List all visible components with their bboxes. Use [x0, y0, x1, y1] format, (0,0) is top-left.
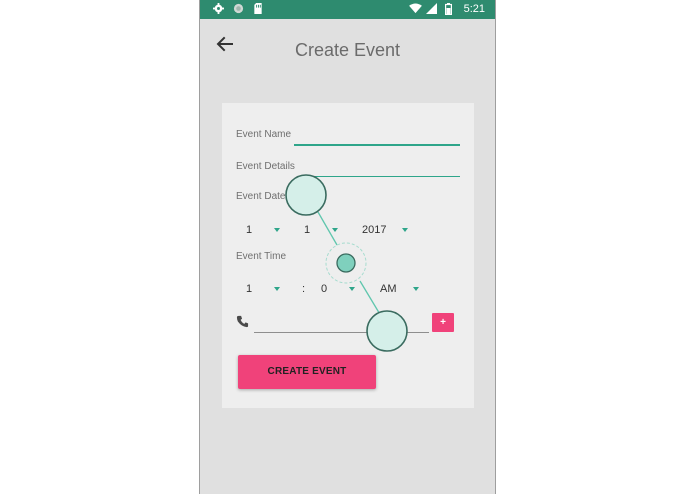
event-name-label: Event Name: [236, 129, 292, 140]
event-details-input[interactable]: [306, 176, 460, 177]
chevron-down-icon: [349, 287, 356, 291]
chevron-down-icon: [332, 228, 339, 232]
signal-icon: [426, 3, 438, 15]
status-right-icons: 5:21: [408, 3, 485, 16]
hour-dropdown[interactable]: 1: [246, 283, 286, 295]
day-value: 1: [246, 224, 253, 236]
year-dropdown[interactable]: 2017: [362, 224, 422, 236]
ampm-value: AM: [380, 283, 397, 295]
status-bar: 5:21: [200, 0, 495, 19]
sync-icon: [232, 3, 244, 15]
event-date-label: Event Date: [236, 191, 286, 202]
create-event-button[interactable]: CREATE EVENT: [238, 355, 376, 389]
battery-icon: [443, 3, 455, 16]
chevron-down-icon: [274, 287, 281, 291]
sd-card-icon: [252, 3, 264, 15]
phone-number-input[interactable]: [254, 332, 429, 333]
minute-dropdown[interactable]: 0: [321, 283, 361, 295]
page-title: Create Event: [294, 40, 401, 60]
ampm-dropdown[interactable]: AM: [380, 283, 430, 295]
hour-value: 1: [246, 283, 253, 295]
minute-value: 0: [321, 283, 328, 295]
chevron-down-icon: [412, 287, 419, 291]
create-event-form: Event Name Event Details Event Date 1 1 …: [222, 103, 474, 408]
wifi-icon: [408, 3, 422, 15]
event-name-input[interactable]: [294, 144, 460, 146]
phone-screen: 5:21 Create Event Event Name Event Detai…: [199, 0, 496, 494]
event-time-label: Event Time: [236, 251, 287, 262]
time-separator: :: [302, 283, 306, 295]
status-left-icons: [212, 3, 264, 15]
phone-icon: [236, 315, 250, 329]
settings-icon: [212, 3, 224, 15]
year-value: 2017: [362, 224, 387, 236]
month-dropdown[interactable]: 1: [304, 224, 344, 236]
status-time: 5:21: [463, 3, 485, 15]
app-bar: Create Event: [200, 19, 495, 81]
event-details-label: Event Details: [236, 161, 295, 172]
add-phone-button[interactable]: +: [432, 313, 454, 332]
chevron-down-icon: [274, 228, 281, 232]
day-dropdown[interactable]: 1: [246, 224, 286, 236]
month-value: 1: [304, 224, 311, 236]
chevron-down-icon: [402, 228, 409, 232]
